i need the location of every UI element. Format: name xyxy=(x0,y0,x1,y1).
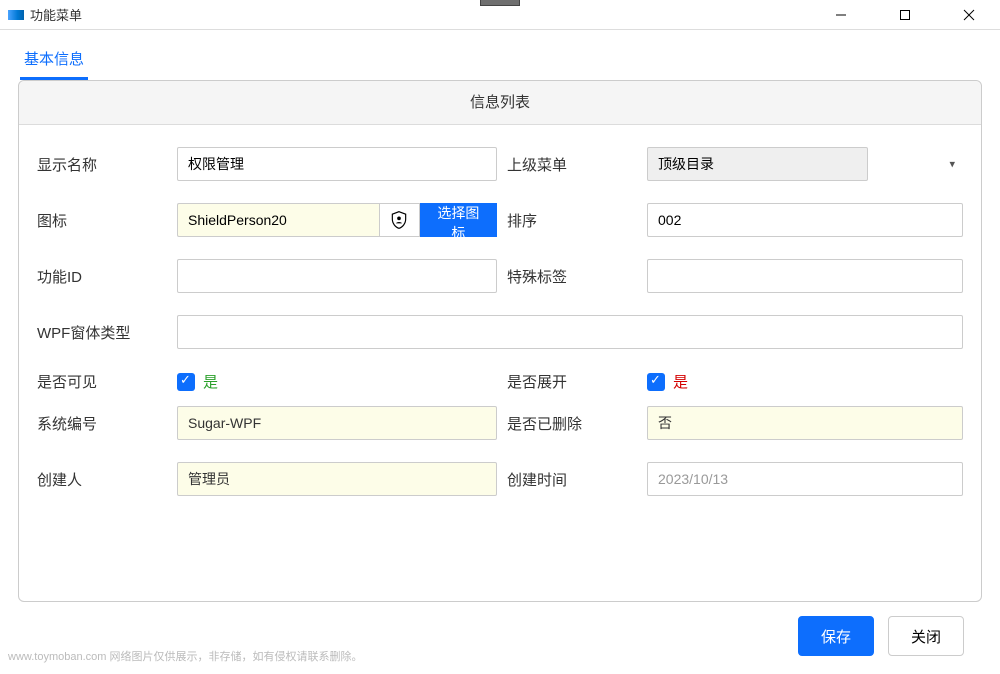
icon-picker-cell: 选择图标 xyxy=(177,203,497,237)
tab-basic-info[interactable]: 基本信息 xyxy=(20,42,88,80)
chevron-down-icon: ▾ xyxy=(949,158,955,171)
label-visible: 是否可见 xyxy=(37,371,167,392)
maximize-button[interactable] xyxy=(882,0,928,30)
label-icon: 图标 xyxy=(37,210,167,231)
row-icon-sort: 图标 选择图标 排序 xyxy=(37,203,963,237)
form: 显示名称 上级菜单 ▾ 图标 xyxy=(19,125,981,496)
label-function-id: 功能ID xyxy=(37,266,167,287)
label-special-tag: 特殊标签 xyxy=(507,266,637,287)
close-button[interactable] xyxy=(946,0,992,30)
label-parent-menu: 上级菜单 xyxy=(507,154,637,175)
icon-preview xyxy=(379,203,420,237)
minimize-button[interactable] xyxy=(818,0,864,30)
shield-person-icon xyxy=(389,210,409,230)
app-icon xyxy=(8,10,24,20)
label-wpf-type: WPF窗体类型 xyxy=(37,322,167,343)
visible-checkbox[interactable] xyxy=(177,373,195,391)
label-sort: 排序 xyxy=(507,210,637,231)
parent-menu-select[interactable] xyxy=(647,147,868,181)
row-fnid-tag: 功能ID 特殊标签 xyxy=(37,259,963,293)
label-system-code: 系统编号 xyxy=(37,413,167,434)
window-drag-handle[interactable] xyxy=(480,0,520,6)
row-visible-expanded: 是否可见 是 是否展开 是 xyxy=(37,371,963,392)
sort-input[interactable] xyxy=(647,203,963,237)
row-wpf-type: WPF窗体类型 xyxy=(37,315,963,349)
choose-icon-button[interactable]: 选择图标 xyxy=(420,203,497,237)
wpf-type-input[interactable] xyxy=(177,315,963,349)
expanded-checkbox-cell: 是 xyxy=(647,371,963,392)
watermark: www.toymoban.com 网络图片仅供展示，非存储，如有侵权请联系删除。 xyxy=(8,648,362,664)
panel-container: 信息列表 显示名称 上级菜单 ▾ 图标 xyxy=(0,80,1000,674)
label-display-name: 显示名称 xyxy=(37,154,167,175)
window-controls xyxy=(818,0,992,30)
visible-checkbox-label: 是 xyxy=(203,371,218,392)
save-button[interactable]: 保存 xyxy=(798,616,874,656)
row-creator-time: 创建人 创建时间 xyxy=(37,462,963,496)
row-display-parent: 显示名称 上级菜单 ▾ xyxy=(37,147,963,181)
expanded-checkbox[interactable] xyxy=(647,373,665,391)
expanded-checkbox-label: 是 xyxy=(673,371,688,392)
deleted-field xyxy=(647,406,963,440)
special-tag-input[interactable] xyxy=(647,259,963,293)
label-created-at: 创建时间 xyxy=(507,469,637,490)
icon-name-input[interactable] xyxy=(177,203,379,237)
parent-menu-select-wrap: ▾ xyxy=(647,147,963,181)
visible-checkbox-cell: 是 xyxy=(177,371,497,392)
label-deleted: 是否已删除 xyxy=(507,413,637,434)
system-code-field xyxy=(177,406,497,440)
tabstrip: 基本信息 xyxy=(0,30,1000,80)
panel-header: 信息列表 xyxy=(19,81,981,125)
display-name-input[interactable] xyxy=(177,147,497,181)
created-at-field[interactable] xyxy=(647,462,963,496)
close-dialog-button[interactable]: 关闭 xyxy=(888,616,964,656)
window-title: 功能菜单 xyxy=(30,5,82,24)
creator-field xyxy=(177,462,497,496)
function-id-input[interactable] xyxy=(177,259,497,293)
info-panel: 信息列表 显示名称 上级菜单 ▾ 图标 xyxy=(18,80,982,602)
label-expanded: 是否展开 xyxy=(507,371,637,392)
label-creator: 创建人 xyxy=(37,469,167,490)
row-syscode-deleted: 系统编号 是否已删除 xyxy=(37,406,963,440)
